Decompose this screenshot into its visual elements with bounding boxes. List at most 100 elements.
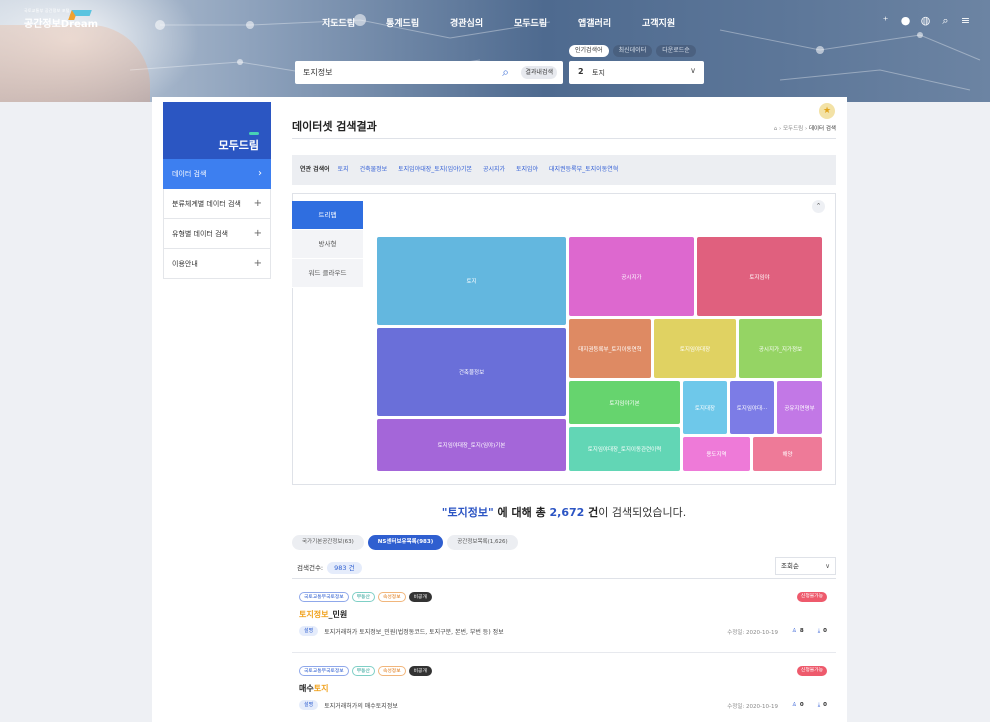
tab-downloads[interactable]: 다운로드순 [656, 45, 696, 57]
count-badge: 983 건 [327, 562, 362, 574]
tab-spatial-list[interactable]: 공간정보목록(1,626) [447, 535, 518, 550]
result-title[interactable]: 매수토지 [299, 683, 328, 694]
result-item[interactable]: 국토교통부국토정보 부동산 속성정보 비공개 신청불가능 토지정보_민원 설명 … [292, 579, 836, 653]
breadcrumb: ⌂ › 모두드림 › 데이터 검색 [773, 126, 836, 132]
tag-category: 부동산 [351, 666, 375, 676]
sidebar-item-label: 데이터 검색 [172, 170, 207, 178]
tab-national-base[interactable]: 국가기본공간정보(63) [292, 535, 364, 550]
treemap-tile[interactable]: 건축물정보 [377, 328, 566, 416]
nav-item-stats[interactable]: 통계드림 [386, 16, 450, 29]
modified-date: 수정일: 2020-10-19 [727, 630, 778, 636]
result-item[interactable]: 국토교통부국토정보 부동산 속성정보 비공개 신청불가능 매수토지 설명 토지거… [292, 653, 836, 722]
globe-icon[interactable]: ◍ [919, 14, 932, 27]
result-meta: 수정일: 2020-10-19 ♙ 8 ⤓ 0 [727, 628, 827, 636]
sort-select[interactable]: 조회순 ∨ [775, 557, 836, 575]
main-nav: 지도드림 통계드림 경관심의 모두드림 앱갤러리 고객지원 [322, 16, 706, 29]
nav-item-apps[interactable]: 앱갤러리 [578, 16, 642, 29]
summary-tail: 이 검색되었습니다. [598, 506, 687, 519]
join-icon[interactable]: ⁺ [879, 14, 892, 27]
related-keyword[interactable]: 건축물정보 [360, 166, 388, 173]
download-count: 0 [823, 702, 827, 708]
tag-access: 비공개 [408, 666, 432, 676]
result-title[interactable]: 토지정보_민원 [299, 609, 347, 620]
popular-keyword-select[interactable]: 2 토지 ∨ [569, 61, 704, 84]
related-keyword[interactable]: 공시지가 [483, 166, 505, 173]
sidebar-item-category-search[interactable]: 분류체계별 데이터 검색 + [163, 189, 271, 219]
treemap-tile[interactable]: 토지임야대장_토지(임야)기본 [377, 419, 566, 471]
viz-tabs: 트리맵 방사형 워드 클라우드 [292, 201, 363, 288]
title-highlight: 토지정보 [299, 610, 329, 619]
related-keyword[interactable]: 토지 [338, 166, 349, 173]
view-count: 0 [799, 702, 804, 708]
search-submit-icon[interactable]: ⌕ [502, 65, 509, 80]
tab-radial[interactable]: 방사형 [292, 230, 363, 259]
result-description: 설명 토지거래허가 토지정보_민원(법정동코드, 토지구분, 본번, 부번 등)… [299, 626, 504, 636]
breadcrumb-item[interactable]: 모두드림 [783, 126, 803, 132]
tag-type: 속성정보 [377, 666, 406, 676]
tag-type: 속성정보 [377, 592, 406, 602]
sidebar-item-guide[interactable]: 이용안내 + [163, 249, 271, 279]
desc-text: 토지거래허가의 매수토지정보 [324, 702, 398, 710]
tab-ns-center[interactable]: NS센터보유목록(983) [367, 535, 444, 550]
treemap-tile[interactable]: 토지임야대장 [654, 319, 736, 378]
tab-latest[interactable]: 최신데이터 [612, 45, 653, 57]
search-input[interactable]: 토지정보 ⌕ 결과내검색 [295, 61, 563, 84]
summary-mid: 에 대해 총 [493, 506, 550, 519]
treemap-tile[interactable]: 대지권등록부_토지이동연혁 [569, 319, 651, 378]
sidebar-item-type-search[interactable]: 유형별 데이터 검색 + [163, 219, 271, 249]
nav-item-map[interactable]: 지도드림 [322, 16, 386, 29]
nav-item-landscape[interactable]: 경관심의 [450, 16, 514, 29]
treemap-tile[interactable]: 토지임야대··· [730, 381, 774, 434]
tab-word-cloud[interactable]: 워드 클라우드 [292, 259, 363, 288]
summary-count: 2,672 [549, 506, 585, 519]
treemap-tile[interactable]: 토지임야 [697, 237, 822, 316]
search-value: 토지정보 [303, 68, 333, 77]
treemap-tile[interactable]: 공시지가_지가정보 [739, 319, 822, 378]
desc-label: 설명 [299, 626, 319, 636]
chevron-right-icon: › [258, 168, 262, 179]
login-icon[interactable]: ● [899, 14, 912, 27]
tag-org: 국토교통부국토정보 [299, 592, 349, 602]
tag-access: 비공개 [408, 592, 432, 602]
treemap-tile[interactable]: 토지 [377, 237, 566, 325]
favorite-star-icon[interactable]: ★ [819, 103, 835, 119]
related-label: 연관 검색어 [300, 166, 330, 173]
modified-date: 수정일: 2020-10-19 [727, 704, 778, 710]
count-label: 검색건수: [297, 564, 324, 572]
sidebar-item-data-search[interactable]: 데이터 검색 › [163, 159, 271, 189]
search-in-results-button[interactable]: 결과내검색 [521, 66, 557, 79]
nav-item-support[interactable]: 고객지원 [642, 16, 706, 29]
summary-query: "토지정보" [441, 506, 494, 519]
tab-popular[interactable]: 인기검색어 [569, 45, 609, 57]
plus-icon: + [253, 228, 262, 239]
menu-icon[interactable]: ≡ [959, 14, 972, 27]
logo-mark-icon [68, 10, 92, 20]
sidebar-item-label: 분류체계별 데이터 검색 [172, 200, 241, 208]
home-icon[interactable]: ⌂ [774, 126, 778, 132]
download-count: 0 [823, 628, 827, 634]
result-meta: 수정일: 2020-10-19 ♙ 0 ⤓ 0 [727, 702, 827, 710]
popular-tabs: 인기검색어 최신데이터 다운로드순 [569, 45, 696, 57]
treemap-tile[interactable]: 토지임야대장_토지이동관련이력 [569, 427, 680, 471]
treemap-tile[interactable]: 공유지연명부 [777, 381, 822, 434]
related-keyword[interactable]: 토지임야 [516, 166, 538, 173]
site-logo[interactable]: 국토교통부 공간정보 포털 공간정보Dream [24, 8, 116, 32]
treemap-tile[interactable]: 토지임야기본 [569, 381, 680, 424]
nav-item-modu[interactable]: 모두드림 [514, 16, 578, 29]
breadcrumb-current: 데이터 검색 [808, 126, 836, 132]
treemap-tile[interactable]: 토지대장 [683, 381, 727, 434]
result-count: 검색건수: 983 건 [297, 562, 362, 574]
treemap-tile[interactable]: 공시지가 [569, 237, 694, 316]
tab-treemap[interactable]: 트리맵 [292, 201, 363, 230]
chevron-down-icon: ∨ [690, 66, 696, 75]
related-keyword[interactable]: 대지권등록부_토지이동연혁 [549, 166, 618, 173]
treemap-tile[interactable]: 용도지역 [683, 437, 750, 471]
treemap-tile[interactable]: 해양 [753, 437, 822, 471]
collapse-icon[interactable]: ⌃ [812, 200, 825, 213]
page-title: 데이터셋 검색결과 [292, 120, 377, 133]
result-description: 설명 토지거래허가의 매수토지정보 [299, 700, 398, 710]
related-keyword[interactable]: 토지임야대장_토지(임야)기본 [398, 166, 472, 173]
sidebar: 모두드림 데이터 검색 › 분류체계별 데이터 검색 + 유형별 데이터 검색 … [163, 102, 271, 279]
divider [292, 138, 836, 139]
search-icon[interactable]: ⌕ [939, 14, 952, 27]
